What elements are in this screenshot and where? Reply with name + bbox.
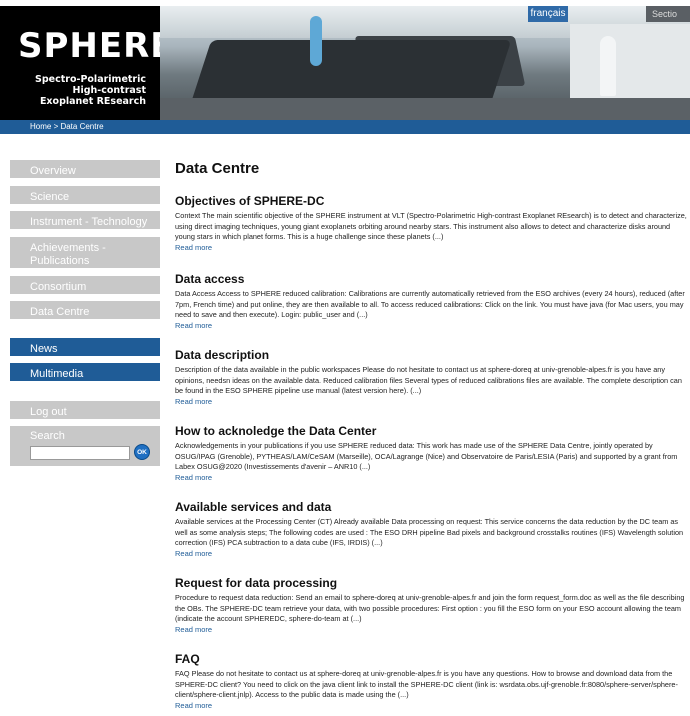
- header-photo: [160, 6, 690, 120]
- search-ok-button[interactable]: OK: [134, 444, 150, 460]
- site-header: SPHERE Spectro-Polarimetric High-contras…: [0, 6, 690, 120]
- section-tab[interactable]: Sectio: [646, 6, 690, 22]
- article-title[interactable]: Objectives of SPHERE-DC: [175, 194, 690, 208]
- article-data-description: Data description Description of the data…: [175, 348, 690, 407]
- article-objectives: Objectives of SPHERE-DC Context The main…: [175, 194, 690, 253]
- read-more-link[interactable]: Read more: [175, 243, 690, 253]
- sidebar-item-data-centre[interactable]: Data Centre: [10, 301, 160, 319]
- article-summary: Available services at the Processing Cen…: [175, 517, 684, 547]
- sidebar-item-consortium[interactable]: Consortium: [10, 276, 160, 294]
- article-summary: FAQ Please do not hesitate to contact us…: [175, 669, 678, 699]
- page-title: Data Centre: [175, 160, 260, 177]
- article-summary: Procedure to request data reduction: Sen…: [175, 593, 685, 623]
- logo-tagline-3: Exoplanet REsearch: [39, 96, 146, 107]
- article-title[interactable]: Request for data processing: [175, 576, 690, 590]
- search-input[interactable]: [30, 446, 130, 460]
- language-switch-link[interactable]: français: [528, 6, 568, 22]
- sidebar-item-log-out[interactable]: Log out: [10, 401, 160, 419]
- article-summary: Description of the data available in the…: [175, 365, 682, 395]
- read-more-link[interactable]: Read more: [175, 473, 690, 483]
- logo-wordmark: SPHERE: [18, 26, 175, 66]
- read-more-link[interactable]: Read more: [175, 701, 690, 711]
- sphere-logo[interactable]: SPHERE Spectro-Polarimetric High-contras…: [0, 6, 174, 120]
- breadcrumb[interactable]: Home > Data Centre: [30, 120, 104, 134]
- article-data-access: Data access Data Access Access to SPHERE…: [175, 272, 690, 331]
- logo-tagline-1: Spectro-Polarimetric: [35, 74, 146, 85]
- read-more-link[interactable]: Read more: [175, 397, 690, 407]
- sidebar-item-overview[interactable]: Overview: [10, 160, 160, 178]
- read-more-link[interactable]: Read more: [175, 321, 690, 331]
- sidebar-item-multimedia[interactable]: Multimedia: [10, 363, 160, 381]
- article-summary: Data Access Access to SPHERE reduced cal…: [175, 289, 685, 319]
- article-title[interactable]: Data description: [175, 348, 690, 362]
- article-summary: Context The main scientific objective of…: [175, 211, 687, 241]
- article-request-processing: Request for data processing Procedure to…: [175, 576, 690, 635]
- sidebar-item-news[interactable]: News: [10, 338, 160, 356]
- sidebar-item-science[interactable]: Science: [10, 186, 160, 204]
- search-label: Search: [30, 430, 65, 442]
- breadcrumb-bar: Home > Data Centre: [0, 120, 690, 134]
- article-faq: FAQ FAQ Please do not hesitate to contac…: [175, 652, 690, 711]
- article-title[interactable]: Data access: [175, 272, 690, 286]
- read-more-link[interactable]: Read more: [175, 625, 690, 635]
- search-box: Search OK: [10, 426, 160, 466]
- article-summary: Acknowledgements in your publications if…: [175, 441, 678, 471]
- article-title[interactable]: FAQ: [175, 652, 690, 666]
- read-more-link[interactable]: Read more: [175, 549, 690, 559]
- article-title[interactable]: How to acknoledge the Data Center: [175, 424, 690, 438]
- sidebar-item-instrument-technology[interactable]: Instrument - Technology: [10, 211, 160, 229]
- logo-tagline-2: High-contrast: [72, 85, 146, 96]
- article-services: Available services and data Available se…: [175, 500, 690, 559]
- article-title[interactable]: Available services and data: [175, 500, 690, 514]
- sidebar-item-achievements-publications[interactable]: Achievements - Publications: [10, 237, 160, 268]
- article-acknowledge: How to acknoledge the Data Center Acknow…: [175, 424, 690, 483]
